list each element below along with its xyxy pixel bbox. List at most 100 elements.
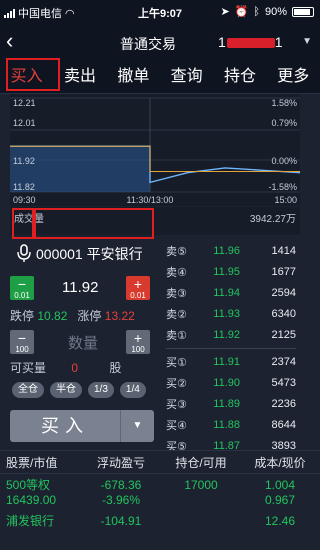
position-pl-cell: -104.91: [80, 514, 162, 529]
buy-button[interactable]: 买入: [10, 410, 120, 442]
ask-price[interactable]: 11.92: [200, 329, 240, 341]
account-dropdown-icon[interactable]: ▼: [302, 36, 312, 47]
buy-options-chevron-icon[interactable]: ▼: [120, 410, 154, 442]
ask-volume: 2125: [271, 329, 296, 342]
tab-holdings[interactable]: 持仓: [213, 60, 266, 93]
volume-value: 3942.27万: [249, 214, 296, 225]
location-icon: ➤: [220, 6, 230, 18]
position-hold-cell: [162, 514, 240, 529]
ask-volume: 2594: [271, 286, 296, 299]
bid-volume: 2374: [271, 355, 296, 368]
x-tick: 15:00: [274, 195, 297, 205]
y-tick-right: 0.00%: [271, 156, 297, 166]
ask-row[interactable]: 卖② 11.93 6340: [166, 304, 296, 325]
can-buy-value: 0: [71, 361, 79, 375]
y-tick-left: 11.82: [13, 182, 35, 192]
limit-up-value: 13.22: [104, 309, 135, 323]
position-cost-cell: 1.004 0.967: [240, 478, 320, 508]
account-selector[interactable]: 11: [218, 34, 284, 50]
price-plus-step: 0.01: [130, 291, 146, 300]
highlight-mic: [12, 208, 34, 239]
bid-row[interactable]: 买② 11.90 5473: [166, 372, 296, 393]
page-title: 普通交易: [120, 36, 176, 52]
ask-volume: 1414: [271, 244, 296, 257]
position-pl: -678.36: [100, 478, 142, 492]
quantity-row: −100 数量 +100: [10, 330, 155, 354]
bid-volume: 8644: [271, 419, 296, 432]
header-stock: 股票/市值: [6, 455, 58, 470]
nav-bar: ‹ 普通交易 11 ▼: [0, 24, 320, 60]
ask-volume: 1677: [271, 265, 296, 278]
bid-price[interactable]: 11.90: [200, 377, 240, 389]
qty-minus-sign: −: [17, 330, 27, 346]
microphone-icon[interactable]: [14, 242, 34, 264]
position-hold: 17000: [184, 478, 218, 492]
highlight-stock-code: [34, 208, 154, 239]
bid-level: 买③: [166, 398, 187, 411]
limit-row: 跌停 10.82 涨停 13.22: [10, 307, 160, 324]
y-tick-right: -1.58%: [268, 182, 297, 192]
ask-price[interactable]: 11.94: [200, 287, 240, 299]
stock-code-field[interactable]: 000001 平安银行: [10, 238, 160, 268]
table-row[interactable]: 500等权 16439.00 -678.36 -3.96% 17000 1.004 0…: [0, 474, 320, 508]
ask-row[interactable]: 卖① 11.92 2125: [166, 325, 296, 346]
battery-percent: 90%: [264, 5, 287, 18]
quantity-input[interactable]: 数量: [68, 332, 98, 353]
y-tick-right: 1.58%: [271, 98, 297, 108]
bid-price[interactable]: 11.91: [200, 356, 240, 368]
price-plus-sign: +: [133, 276, 143, 292]
x-tick: 11:30/13:00: [127, 195, 174, 205]
ask-level: 卖④: [166, 266, 187, 279]
status-bar: 中国电信 ◠ 上午9:07 ➤ ⏰ ᛒ 90%: [0, 0, 320, 24]
header-hold: 持仓/可用: [175, 455, 227, 470]
qty-plus-step: 100: [131, 345, 145, 354]
ask-row[interactable]: 卖③ 11.94 2594: [166, 282, 296, 303]
highlight-buy-tab: [6, 58, 60, 91]
qty-plus-sign: +: [133, 330, 143, 346]
fraction-half-button[interactable]: 半仓: [50, 382, 82, 398]
qty-plus-button[interactable]: +100: [126, 330, 150, 354]
tab-cancel[interactable]: 撤单: [107, 60, 160, 93]
ask-row[interactable]: 卖④ 11.95 1677: [166, 261, 296, 282]
qty-minus-button[interactable]: −100: [10, 330, 34, 354]
tab-more[interactable]: 更多: [267, 60, 320, 93]
ask-price[interactable]: 11.96: [200, 245, 240, 257]
ask-price[interactable]: 11.95: [200, 266, 240, 278]
qty-minus-step: 100: [15, 345, 29, 354]
bid-row[interactable]: 买④ 11.88 8644: [166, 415, 296, 436]
y-tick-left: 12.21: [13, 98, 36, 108]
price-value[interactable]: 11.92: [62, 279, 98, 296]
position-plpct: -3.96%: [101, 493, 141, 507]
price-minus-step: 0.01: [14, 291, 30, 300]
position-fraction-buttons: 全仓 半仓 1/3 1/4: [12, 382, 146, 398]
limit-up-label: 涨停: [77, 309, 102, 323]
position-pl-cell: -678.36 -3.96%: [80, 478, 162, 508]
position-now: 0.967: [264, 493, 296, 507]
price-plus-button[interactable]: +0.01: [126, 276, 150, 300]
bid-level: 买④: [166, 420, 187, 433]
bluetooth-icon: ᛒ: [253, 5, 260, 18]
tab-sell[interactable]: 卖出: [53, 60, 106, 93]
battery-icon: [292, 6, 314, 17]
ask-level: 卖①: [166, 330, 187, 343]
ask-row[interactable]: 卖⑤ 11.96 1414: [166, 240, 296, 261]
intraday-chart: 12.21 12.01 11.92 11.82 1.58% 0.79% 0.00% -1.58…: [10, 94, 301, 206]
fraction-quarter-button[interactable]: 1/4: [119, 382, 146, 398]
bid-price[interactable]: 11.89: [200, 398, 240, 410]
price-minus-sign: −: [17, 276, 27, 292]
table-row[interactable]: 浦发银行 -104.91 12.46: [0, 508, 320, 529]
bid-row[interactable]: 买③ 11.89 2236: [166, 393, 296, 414]
bid-volume: 5473: [271, 376, 296, 389]
bid-price[interactable]: 11.88: [200, 419, 240, 431]
price-minus-button[interactable]: −0.01: [10, 276, 34, 300]
bid-row[interactable]: 买① 11.91 2374: [166, 351, 296, 372]
position-name: 浦发银行: [6, 514, 55, 528]
book-divider: [166, 347, 296, 349]
fraction-third-button[interactable]: 1/3: [88, 382, 114, 398]
back-button[interactable]: ‹: [6, 29, 13, 53]
tab-query[interactable]: 查询: [160, 60, 213, 93]
ask-price[interactable]: 11.93: [200, 308, 240, 320]
fraction-full-button[interactable]: 全仓: [12, 382, 44, 398]
x-tick: 09:30: [13, 195, 36, 205]
position-cost-cell: 12.46: [240, 514, 320, 529]
